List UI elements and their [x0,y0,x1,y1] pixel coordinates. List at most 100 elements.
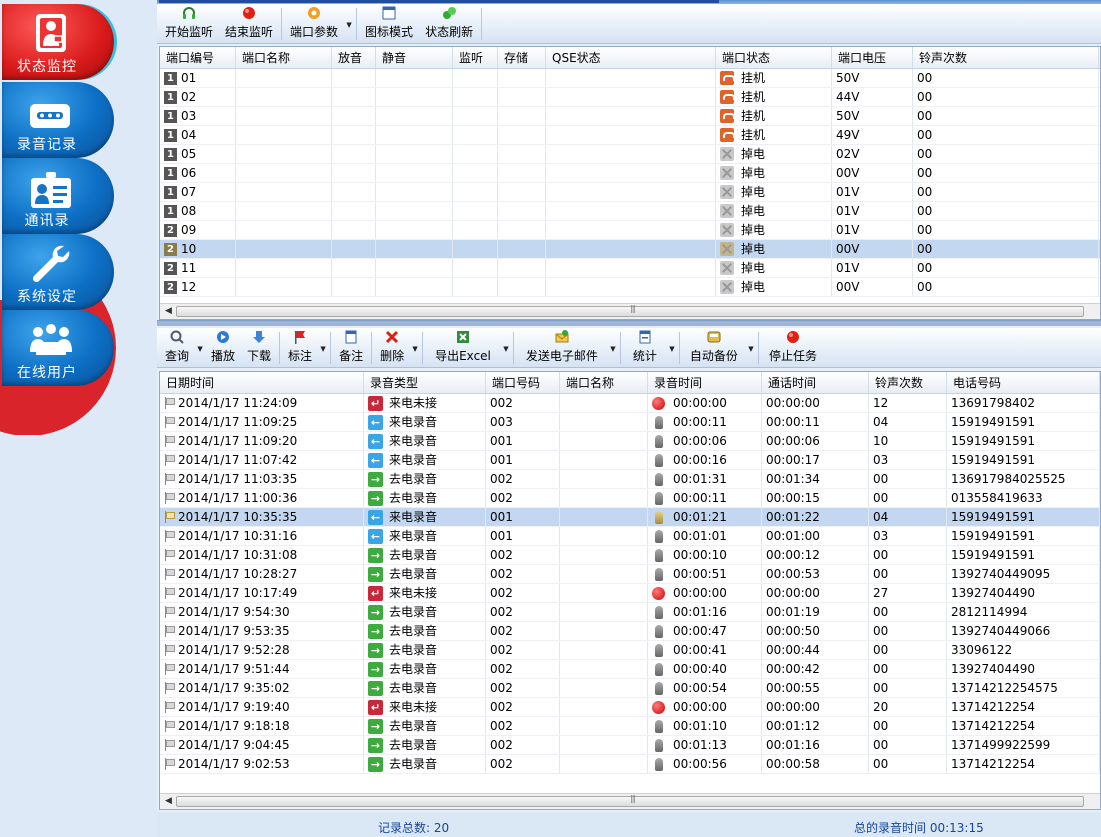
sidebar-item-settings[interactable]: 系统设定 [2,234,114,310]
port-row[interactable]: 1 04 挂机 49V 00 [160,126,1100,145]
ports-hscrollbar[interactable]: ◀ [160,303,1100,319]
record-row[interactable]: 2014/1/17 9:19:40 ↵ 来电未接 002 00:00:00 00:00:0… [160,698,1100,717]
port-row[interactable]: 1 08 掉电 01V 00 [160,202,1100,221]
column-header[interactable]: 通话时间 [762,372,869,393]
port-row[interactable]: 1 02 挂机 44V 00 [160,88,1100,107]
port-params-dropdown[interactable]: ▼ [344,7,354,43]
flag-icon[interactable] [164,435,175,447]
column-header[interactable]: 录音时间 [648,372,762,393]
sidebar-item-recordings[interactable]: 录音记录 [2,82,114,158]
export-excel-button[interactable]: 导出Excel [425,331,501,367]
sidebar-item-online-users[interactable]: 在线用户 [2,310,114,386]
stop-task-button[interactable]: 停止任务 [761,331,825,367]
column-header[interactable]: 端口状态 [716,47,832,68]
flag-icon[interactable] [164,606,175,618]
query-button[interactable]: 查询 [159,330,195,367]
record-row[interactable]: 2014/1/17 9:53:35 → 去电录音 002 00:00:47 00:00:5… [160,622,1100,641]
scroll-left-icon[interactable]: ◀ [165,796,172,806]
column-header[interactable]: 放音 [332,47,376,68]
column-header[interactable]: 铃声次数 [913,47,1099,68]
mark-dropdown[interactable]: ▼ [318,331,328,367]
port-row[interactable]: 1 01 挂机 50V 00 [160,69,1100,88]
record-row[interactable]: 2014/1/17 9:04:45 → 去电录音 002 00:01:13 00:01:1… [160,736,1100,755]
column-header[interactable]: QSE状态 [546,47,716,68]
column-header[interactable]: 端口名称 [560,372,648,393]
port-row[interactable]: 2 10 掉电 00V 00 [160,240,1100,259]
column-header[interactable]: 电话号码 [947,372,1100,393]
column-header[interactable]: 端口电压 [832,47,913,68]
record-row[interactable]: 2014/1/17 9:52:28 → 去电录音 002 00:00:41 00:00:4… [160,641,1100,660]
flag-icon[interactable] [164,758,175,770]
delete-button[interactable]: 删除 [374,330,410,367]
column-header[interactable]: 日期时间 [160,372,364,393]
column-header[interactable]: 端口编号 [160,47,236,68]
auto-backup-button[interactable]: 自动备份 [682,331,746,367]
port-row[interactable]: 1 05 掉电 02V 00 [160,145,1100,164]
refresh-status-button[interactable]: 状态刷新 [419,7,479,43]
flag-icon[interactable] [164,682,175,694]
record-row[interactable]: 2014/1/17 11:09:25 ← 来电录音 003 00:00:11 00:00:… [160,413,1100,432]
flag-icon[interactable] [164,530,175,542]
record-row[interactable]: 2014/1/17 11:00:36 → 去电录音 002 00:00:11 00:00:… [160,489,1100,508]
flag-icon[interactable] [164,416,175,428]
flag-icon[interactable] [164,720,175,732]
flag-icon[interactable] [164,492,175,504]
record-row[interactable]: 2014/1/17 11:03:35 → 去电录音 002 00:01:31 00:01:… [160,470,1100,489]
port-row[interactable]: 1 06 掉电 00V 00 [160,164,1100,183]
panel-splitter[interactable] [157,320,1101,326]
mark-button[interactable]: 标注 [282,331,318,367]
record-row[interactable]: 2014/1/17 9:51:44 → 去电录音 002 00:00:40 00:00:4… [160,660,1100,679]
record-row[interactable]: 2014/1/17 10:31:16 ← 来电录音 001 00:01:01 00:01:… [160,527,1100,546]
records-hscrollbar[interactable]: ◀ [160,793,1100,809]
record-row[interactable]: 2014/1/17 10:17:49 ↵ 来电未接 002 00:00:00 00:00:… [160,584,1100,603]
flag-icon[interactable] [164,625,175,637]
flag-icon[interactable] [164,587,175,599]
column-header[interactable]: 录音类型 [364,372,486,393]
flag-icon[interactable] [164,511,175,523]
record-row[interactable]: 2014/1/17 11:07:42 ← 来电录音 001 00:00:16 00:00:… [160,451,1100,470]
delete-dropdown[interactable]: ▼ [410,331,420,367]
record-row[interactable]: 2014/1/17 10:35:35 ← 来电录音 001 00:01:21 00:01:… [160,508,1100,527]
note-button[interactable]: 备注 [333,330,369,367]
record-row[interactable]: 2014/1/17 9:18:18 → 去电录音 002 00:01:10 00:01:1… [160,717,1100,736]
stop-monitor-button[interactable]: 结束监听 [219,7,279,43]
icon-mode-button[interactable]: 图标模式 [359,6,419,43]
start-monitor-button[interactable]: 开始监听 [159,7,219,43]
port-row[interactable]: 1 07 掉电 01V 00 [160,183,1100,202]
record-row[interactable]: 2014/1/17 10:28:27 → 去电录音 002 00:00:51 00:00:… [160,565,1100,584]
export-dropdown[interactable]: ▼ [501,331,511,367]
flag-icon[interactable] [164,549,175,561]
flag-icon[interactable] [164,568,175,580]
port-row[interactable]: 2 09 掉电 01V 00 [160,221,1100,240]
column-header[interactable]: 端口名称 [236,47,332,68]
flag-icon[interactable] [164,739,175,751]
flag-icon[interactable] [164,454,175,466]
stats-dropdown[interactable]: ▼ [667,331,677,367]
record-row[interactable]: 2014/1/17 10:31:08 → 去电录音 002 00:00:10 00:00:… [160,546,1100,565]
column-header[interactable]: 铃声次数 [869,372,947,393]
column-header[interactable]: 存储 [498,47,546,68]
flag-icon[interactable] [164,663,175,675]
backup-dropdown[interactable]: ▼ [746,331,756,367]
flag-icon[interactable] [164,644,175,656]
record-row[interactable]: 2014/1/17 9:02:53 → 去电录音 002 00:00:56 00:00:5… [160,755,1100,774]
flag-icon[interactable] [164,701,175,713]
email-dropdown[interactable]: ▼ [608,331,618,367]
port-row[interactable]: 2 12 掉电 00V 00 [160,278,1100,297]
scroll-left-icon[interactable]: ◀ [165,306,172,316]
record-row[interactable]: 2014/1/17 9:54:30 → 去电录音 002 00:01:16 00:01:1… [160,603,1100,622]
flag-icon[interactable] [164,473,175,485]
sidebar-item-status-monitor[interactable]: 状态监控 [2,4,114,80]
sidebar-item-contacts[interactable]: 通讯录 [2,158,114,234]
column-header[interactable]: 静音 [376,47,453,68]
port-row[interactable]: 1 03 挂机 50V 00 [160,107,1100,126]
port-params-button[interactable]: 端口参数 [284,7,344,43]
query-dropdown[interactable]: ▼ [195,331,205,367]
flag-icon[interactable] [164,397,175,409]
download-button[interactable]: 下载 [241,331,277,367]
send-email-button[interactable]: 发送电子邮件 [516,330,608,367]
record-row[interactable]: 2014/1/17 9:35:02 → 去电录音 002 00:00:54 00:00:5… [160,679,1100,698]
port-row[interactable]: 2 11 掉电 01V 00 [160,259,1100,278]
record-row[interactable]: 2014/1/17 11:09:20 ← 来电录音 001 00:00:06 00:00:… [160,432,1100,451]
play-button[interactable]: 播放 [205,331,241,367]
